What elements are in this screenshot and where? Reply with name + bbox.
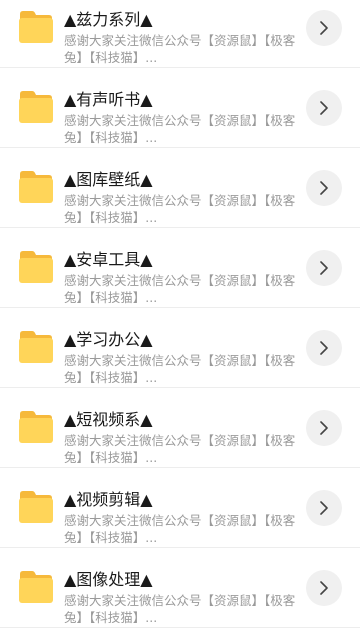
folder-description: 感谢大家关注微信公众号【资源鼠】【极客兔】【科技猫】... [64, 193, 296, 225]
folder-title: ▲视频剪辑▲ [64, 490, 153, 509]
folder-description: 感谢大家关注微信公众号【资源鼠】【极客兔】【科技猫】... [64, 433, 296, 465]
folder-more-button[interactable] [306, 330, 342, 366]
folder-list-item[interactable]: ▲安卓工具▲ 感谢大家关注微信公众号【资源鼠】【极客兔】【科技猫】... [0, 228, 360, 308]
folder-more-button[interactable] [306, 570, 342, 606]
folder-more-button[interactable] [306, 170, 342, 206]
chevron-right-icon [320, 341, 328, 355]
folder-description: 感谢大家关注微信公众号【资源鼠】【极客兔】【科技猫】... [64, 33, 296, 65]
folder-list-item[interactable]: ▲学习办公▲ 感谢大家关注微信公众号【资源鼠】【极客兔】【科技猫】... [0, 308, 360, 388]
folder-description: 感谢大家关注微信公众号【资源鼠】【极客兔】【科技猫】... [64, 593, 296, 625]
folder-more-button[interactable] [306, 90, 342, 126]
folder-icon [18, 410, 54, 444]
folder-icon [18, 570, 54, 604]
folder-icon [18, 330, 54, 364]
folder-more-button[interactable] [306, 10, 342, 46]
chevron-right-icon [320, 421, 328, 435]
chevron-right-icon [320, 581, 328, 595]
chevron-right-icon [320, 21, 328, 35]
folder-icon [18, 250, 54, 284]
folder-icon [18, 10, 54, 44]
folder-description: 感谢大家关注微信公众号【资源鼠】【极客兔】【科技猫】... [64, 513, 296, 545]
folder-more-button[interactable] [306, 250, 342, 286]
folder-title: ▲短视频系▲ [64, 410, 153, 429]
chevron-right-icon [320, 101, 328, 115]
folder-list: ▲兹力系列▲ 感谢大家关注微信公众号【资源鼠】【极客兔】【科技猫】... ▲有声… [0, 0, 360, 628]
chevron-right-icon [320, 181, 328, 195]
folder-icon [18, 90, 54, 124]
folder-more-button[interactable] [306, 490, 342, 526]
folder-icon [18, 490, 54, 524]
chevron-right-icon [320, 501, 328, 515]
folder-list-item[interactable]: ▲图库壁纸▲ 感谢大家关注微信公众号【资源鼠】【极客兔】【科技猫】... [0, 148, 360, 228]
folder-description: 感谢大家关注微信公众号【资源鼠】【极客兔】【科技猫】... [64, 353, 296, 385]
folder-list-item[interactable]: ▲兹力系列▲ 感谢大家关注微信公众号【资源鼠】【极客兔】【科技猫】... [0, 0, 360, 68]
folder-list-item[interactable]: ▲视频剪辑▲ 感谢大家关注微信公众号【资源鼠】【极客兔】【科技猫】... [0, 468, 360, 548]
folder-description: 感谢大家关注微信公众号【资源鼠】【极客兔】【科技猫】... [64, 273, 296, 305]
chevron-right-icon [320, 261, 328, 275]
folder-title: ▲有声听书▲ [64, 90, 153, 109]
folder-description: 感谢大家关注微信公众号【资源鼠】【极客兔】【科技猫】... [64, 113, 296, 145]
folder-more-button[interactable] [306, 410, 342, 446]
folder-title: ▲兹力系列▲ [64, 10, 153, 29]
folder-title: ▲图库壁纸▲ [64, 170, 153, 189]
folder-list-item[interactable]: ▲图像处理▲ 感谢大家关注微信公众号【资源鼠】【极客兔】【科技猫】... [0, 548, 360, 628]
folder-list-item[interactable]: ▲短视频系▲ 感谢大家关注微信公众号【资源鼠】【极客兔】【科技猫】... [0, 388, 360, 468]
folder-title: ▲安卓工具▲ [64, 250, 153, 269]
folder-title: ▲图像处理▲ [64, 570, 153, 589]
folder-icon [18, 170, 54, 204]
folder-title: ▲学习办公▲ [64, 330, 153, 349]
folder-list-item[interactable]: ▲有声听书▲ 感谢大家关注微信公众号【资源鼠】【极客兔】【科技猫】... [0, 68, 360, 148]
